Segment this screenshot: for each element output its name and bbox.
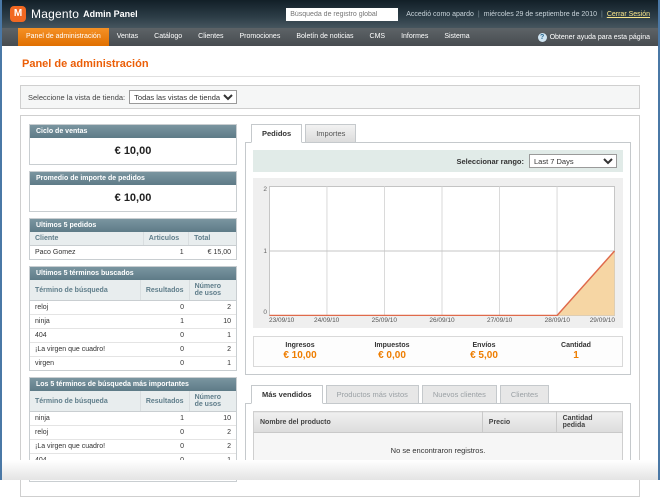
page-footer: [2, 460, 658, 480]
avg-order-title: Promedio de importe de pedidos: [30, 172, 236, 185]
table-row[interactable]: 404 0 1: [30, 329, 236, 343]
col-cliente: Cliente: [30, 232, 143, 246]
dashboard-main-panel: Pedidos Importes Seleccionar rango: Last…: [245, 124, 631, 477]
last-terms-widget: Ultimos 5 términos buscados Término de b…: [29, 266, 237, 371]
get-help-link[interactable]: ? Obtener ayuda para esta página: [538, 28, 658, 46]
stat-ingresos: Ingresos € 10,00: [254, 342, 346, 361]
col-precio: Precio: [482, 412, 556, 433]
sales-cycle-widget: Ciclo de ventas € 10,00: [29, 124, 237, 165]
nav-catalogo[interactable]: Catálogo: [146, 28, 190, 46]
col-total: Total: [189, 232, 236, 246]
session-info: Accedió como apardo | miércoles 29 de se…: [406, 11, 650, 18]
table-row[interactable]: ¡La virgen que cuadro! 0 2: [30, 343, 236, 357]
nav-clientes[interactable]: Clientes: [190, 28, 231, 46]
main-nav: Panel de administración Ventas Catálogo …: [2, 28, 658, 46]
chart-x-axis: 23/09/10 24/09/10 25/09/10 26/09/10 27/0…: [269, 316, 615, 326]
sales-cycle-value: € 10,00: [30, 138, 236, 164]
col-articulos: Articulos: [143, 232, 188, 246]
chart-y-axis: 2 1 0: [255, 186, 269, 316]
sales-cycle-title: Ciclo de ventas: [30, 125, 236, 138]
stat-cantidad: Cantidad 1: [530, 342, 622, 361]
nav-cms[interactable]: CMS: [362, 28, 394, 46]
store-view-label: Seleccione la vista de tienda:: [28, 93, 125, 102]
stat-envios: Envíos € 5,00: [438, 342, 530, 361]
table-row[interactable]: virgen 0 1: [30, 357, 236, 371]
current-date: miércoles 29 de septiembre de 2010: [484, 11, 597, 18]
table-row[interactable]: Paco Gomez 1 € 15,00: [30, 246, 236, 260]
stat-impuestos: Impuestos € 0,00: [346, 342, 438, 361]
table-row[interactable]: ninja 1 10: [30, 412, 236, 426]
top-header: M Magento Admin Panel Accedió como apard…: [2, 0, 658, 28]
nav-boletin[interactable]: Boletín de noticias: [288, 28, 361, 46]
nav-panel-administracion[interactable]: Panel de administración: [18, 28, 109, 46]
col-resultados: Resultados: [140, 391, 189, 412]
content-area: Panel de administración Seleccione la vi…: [2, 46, 658, 497]
page-title: Panel de administración: [20, 54, 640, 77]
orders-panel: Seleccionar rango: Last 7 Days 2 1 0: [245, 142, 631, 375]
tab-mas-vendidos[interactable]: Más vendidos: [251, 385, 323, 404]
logged-in-as: Accedió como apardo: [406, 11, 474, 18]
store-view-bar: Seleccione la vista de tienda: Todas las…: [20, 85, 640, 109]
help-icon: ?: [538, 33, 547, 42]
col-cantidad-pedida: Cantidad pedida: [556, 412, 622, 433]
nav-sistema[interactable]: Sistema: [436, 28, 477, 46]
orders-tabs: Pedidos Importes: [251, 124, 631, 143]
col-termino: Término de búsqueda: [30, 280, 140, 301]
logout-link[interactable]: Cerrar Sesión: [607, 11, 650, 18]
totals-bar: Ingresos € 10,00 Impuestos € 0,00 Envíos…: [253, 336, 623, 367]
table-row[interactable]: ¡La virgen que cuadro! 0 2: [30, 440, 236, 454]
avg-order-widget: Promedio de importe de pedidos € 10,00: [29, 171, 237, 212]
tab-pedidos[interactable]: Pedidos: [251, 124, 302, 143]
dashboard-container: Ciclo de ventas € 10,00 Promedio de impo…: [20, 115, 640, 497]
tab-productos-mas-vistos[interactable]: Productos más vistos: [326, 385, 419, 404]
range-select[interactable]: Last 7 Days: [529, 154, 617, 168]
nav-promociones[interactable]: Promociones: [231, 28, 288, 46]
last-orders-widget: Ultimos 5 pedidos Cliente Articulos Tota…: [29, 218, 237, 260]
products-tabs: Más vendidos Productos más vistos Nuevos…: [251, 385, 631, 404]
nav-ventas[interactable]: Ventas: [109, 28, 146, 46]
magento-logo-icon: M: [10, 6, 26, 22]
last-terms-title: Ultimos 5 términos buscados: [30, 267, 236, 280]
table-row[interactable]: ninja 1 10: [30, 315, 236, 329]
left-widgets-column: Ciclo de ventas € 10,00 Promedio de impo…: [29, 124, 237, 488]
col-resultados: Resultados: [140, 280, 189, 301]
col-usos: Número de usos: [189, 280, 236, 301]
global-search-input[interactable]: [286, 8, 398, 21]
table-row[interactable]: reloj 0 2: [30, 426, 236, 440]
tab-nuevos-clientes[interactable]: Nuevos clientes: [422, 385, 497, 404]
top-terms-title: Los 5 términos de búsqueda más important…: [30, 378, 236, 391]
nav-informes[interactable]: Informes: [393, 28, 436, 46]
orders-chart-svg: [269, 186, 615, 316]
brand-suffix: Admin Panel: [83, 9, 138, 19]
col-usos: Número de usos: [189, 391, 236, 412]
table-row[interactable]: reloj 0 2: [30, 301, 236, 315]
tab-importes[interactable]: Importes: [305, 124, 356, 143]
last-orders-title: Ultimos 5 pedidos: [30, 219, 236, 232]
range-selector-bar: Seleccionar rango: Last 7 Days: [253, 150, 623, 172]
orders-chart: 2 1 0 23/09/10 24/09/10 25/09/10 26/09/1…: [253, 178, 623, 328]
brand-name: Magento: [31, 7, 79, 21]
store-view-select[interactable]: Todas las vistas de tienda: [129, 90, 237, 104]
col-termino: Término de búsqueda: [30, 391, 140, 412]
col-nombre-producto: Nombre del producto: [254, 412, 483, 433]
avg-order-value: € 10,00: [30, 185, 236, 211]
range-label: Seleccionar rango:: [456, 157, 524, 166]
tab-clientes[interactable]: Clientes: [500, 385, 549, 404]
